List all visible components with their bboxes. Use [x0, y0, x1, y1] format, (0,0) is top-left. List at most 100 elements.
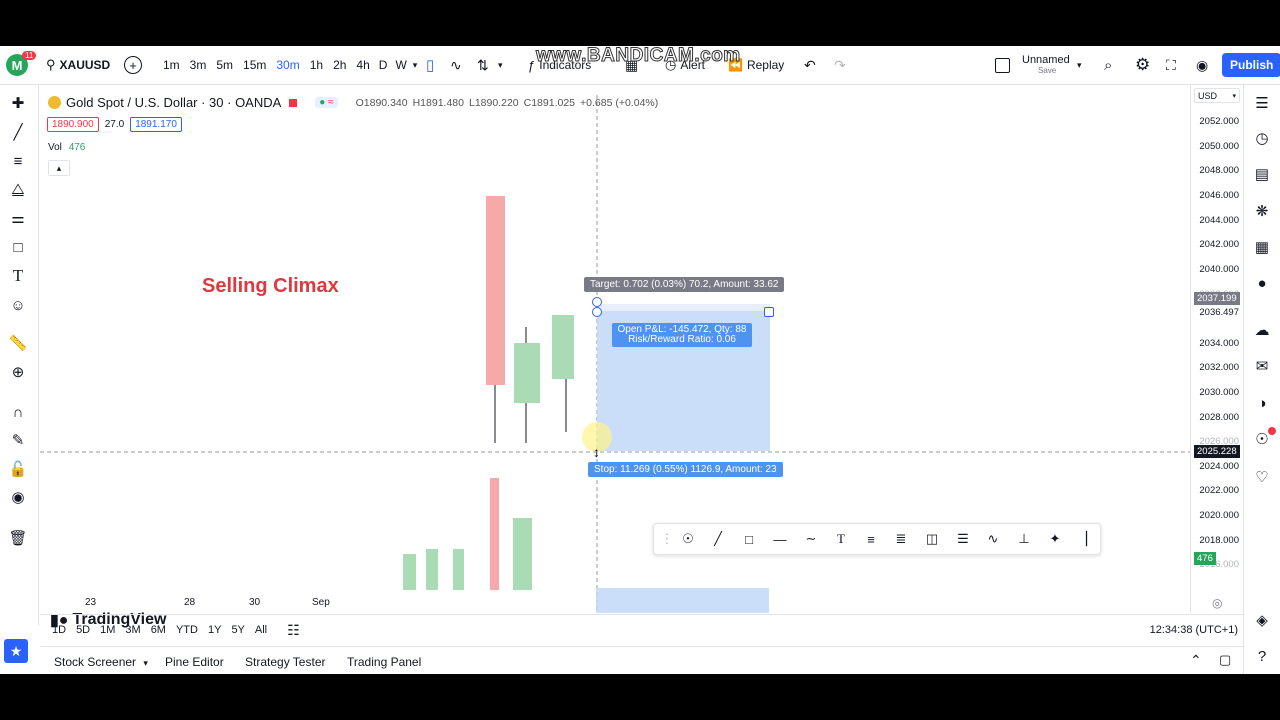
fullscreen-icon[interactable]: ⛶: [1166, 46, 1176, 84]
auto-scale-icon[interactable]: ◎: [1212, 596, 1222, 610]
interval-15m[interactable]: 15m: [238, 58, 271, 72]
path-icon[interactable]: ∿: [982, 528, 1004, 550]
price-axis[interactable]: USD ▾ 2052.000 2050.000 2048.000 2046.00…: [1190, 85, 1245, 613]
fib-lines-icon[interactable]: ≡: [7, 150, 29, 172]
range-1y[interactable]: 1Y: [208, 624, 221, 636]
tab-stock-screener[interactable]: Stock Screener ▾: [54, 655, 148, 669]
notifications-bell-icon[interactable]: ♡: [1251, 466, 1273, 488]
camera-icon[interactable]: ◉: [1196, 46, 1208, 84]
entry-handle[interactable]: [592, 307, 602, 317]
width-handle[interactable]: [764, 307, 774, 317]
buy-price-button[interactable]: 1891.170: [130, 117, 182, 132]
drag-handle-icon[interactable]: ⋮: [656, 528, 678, 550]
chevron-down-icon[interactable]: ▾: [1077, 46, 1082, 84]
magnet-icon[interactable]: ∩: [7, 401, 29, 423]
favorites-star-icon[interactable]: ★: [4, 639, 28, 663]
chat-icon[interactable]: ☁: [1251, 319, 1273, 341]
quick-search-icon[interactable]: ⌕: [1104, 46, 1112, 84]
vertical-line-icon[interactable]: ⎥: [1074, 528, 1096, 550]
crosshair-icon[interactable]: ✚: [7, 92, 29, 114]
collapse-legend-chevron-up-icon[interactable]: ▴: [48, 160, 70, 176]
sell-price-button[interactable]: 1890.900: [47, 117, 99, 132]
compare-button[interactable]: +: [124, 46, 142, 84]
target-handle[interactable]: [592, 297, 602, 307]
range-5d[interactable]: 5D: [76, 624, 90, 636]
parallel-channel-icon[interactable]: ≣: [890, 528, 912, 550]
alerts-clock-icon[interactable]: ◷: [1251, 127, 1273, 149]
chevron-down-icon[interactable]: ▾: [498, 46, 503, 84]
emoji-icon[interactable]: ☺: [7, 294, 29, 316]
date-range-icon[interactable]: ⊥: [1013, 528, 1035, 550]
tab-pine-editor[interactable]: Pine Editor: [165, 655, 224, 669]
redo-icon[interactable]: ↷: [834, 46, 846, 84]
calendar-icon[interactable]: ☷: [287, 622, 300, 639]
range-1d[interactable]: 1D: [52, 624, 66, 636]
eye-icon[interactable]: ◉: [7, 486, 29, 508]
trend-line-icon[interactable]: ╱: [707, 528, 729, 550]
data-window-icon[interactable]: ▤: [1251, 163, 1273, 185]
undo-icon[interactable]: ↶: [804, 46, 816, 84]
trend-line-icon[interactable]: ╱: [7, 121, 29, 143]
projection-icon[interactable]: ⚌: [7, 207, 29, 229]
range-1m[interactable]: 1M: [100, 624, 115, 636]
symbol-title[interactable]: Gold Spot / U.S. Dollar · 30 · OANDA: [66, 95, 281, 110]
chevron-down-icon[interactable]: ▾: [413, 60, 418, 71]
text-tool-icon[interactable]: T: [7, 265, 29, 287]
range-5y[interactable]: 5Y: [231, 624, 244, 636]
settings-gear-icon[interactable]: ⚙: [1135, 46, 1150, 84]
pattern-icon[interactable]: ⧋: [7, 178, 29, 200]
cursor-circle-icon[interactable]: ☉: [677, 528, 699, 550]
hotlist-fire-icon[interactable]: ❋: [1251, 200, 1273, 222]
flag-icon[interactable]: [289, 98, 298, 107]
range-all[interactable]: All: [255, 624, 267, 636]
range-ytd[interactable]: YTD: [176, 624, 198, 636]
time-axis[interactable]: 23 28 30 Sep: [40, 594, 1190, 614]
clock-timezone[interactable]: 12:34:38 (UTC+1): [1150, 624, 1238, 636]
range-3m[interactable]: 3M: [125, 624, 140, 636]
interval-w[interactable]: W: [391, 58, 410, 72]
horizontal-ray-icon[interactable]: ∼: [800, 528, 822, 550]
symbol-search[interactable]: ⚲ XAUUSD: [46, 46, 110, 84]
maximize-icon[interactable]: ▢: [1219, 652, 1231, 668]
text-icon[interactable]: T: [830, 528, 852, 550]
interval-5m[interactable]: 5m: [211, 58, 238, 72]
help-icon[interactable]: ?: [1251, 645, 1273, 667]
logo-avatar[interactable]: M 11: [6, 46, 37, 84]
interval-30m[interactable]: 30m: [271, 58, 304, 72]
interval-d[interactable]: D: [375, 58, 392, 72]
tab-strategy-tester[interactable]: Strategy Tester: [245, 655, 325, 669]
pencil-lock-icon[interactable]: ✎: [7, 429, 29, 451]
trash-icon[interactable]: 🗑: [7, 527, 29, 549]
fib-icon[interactable]: ≡: [860, 528, 882, 550]
lightbulb-icon[interactable]: ◑: [1251, 392, 1273, 414]
interval-1h[interactable]: 1h: [305, 58, 328, 72]
interval-4h[interactable]: 4h: [351, 58, 374, 72]
horizontal-line-icon[interactable]: —: [769, 528, 791, 550]
lock-icon[interactable]: 🔓: [7, 458, 29, 480]
messages-icon[interactable]: ✉: [1251, 355, 1273, 377]
chevron-up-icon[interactable]: ⌃: [1190, 652, 1202, 669]
ruler-icon[interactable]: 📏: [7, 332, 29, 354]
tab-trading-panel[interactable]: Trading Panel: [347, 655, 421, 669]
interval-2h[interactable]: 2h: [328, 58, 351, 72]
bar-type-icon[interactable]: ⇅: [477, 46, 489, 84]
calendar-grid-icon[interactable]: ▦: [1251, 236, 1273, 258]
rectangle-icon[interactable]: □: [738, 528, 760, 550]
line-chart-icon[interactable]: ∿: [450, 46, 462, 84]
interval-1m[interactable]: 1m: [158, 58, 185, 72]
range-6m[interactable]: 6M: [151, 624, 166, 636]
publish-button[interactable]: Publish: [1222, 53, 1280, 77]
interval-3m[interactable]: 3m: [185, 58, 212, 72]
watchlist-icon[interactable]: ☰: [1251, 92, 1273, 114]
ideas-bulb-icon[interactable]: ●: [1251, 272, 1273, 294]
zoom-in-icon[interactable]: ⊕: [7, 361, 29, 383]
layout-checkbox[interactable]: [995, 46, 1010, 84]
chart-pane[interactable]: ↕ Target: 0.702 (0.03%) 70.2, Amount: 33…: [40, 85, 1190, 629]
gann-icon[interactable]: ☰: [952, 528, 974, 550]
layers-icon[interactable]: ◈: [1251, 609, 1273, 631]
measure-icon[interactable]: ◫: [921, 528, 943, 550]
shape-icon[interactable]: □: [7, 236, 29, 258]
candles-icon[interactable]: ▯: [426, 46, 434, 84]
selling-climax-annotation[interactable]: Selling Climax: [202, 275, 339, 298]
layout-name-menu[interactable]: Unnamed Save: [1022, 46, 1070, 84]
